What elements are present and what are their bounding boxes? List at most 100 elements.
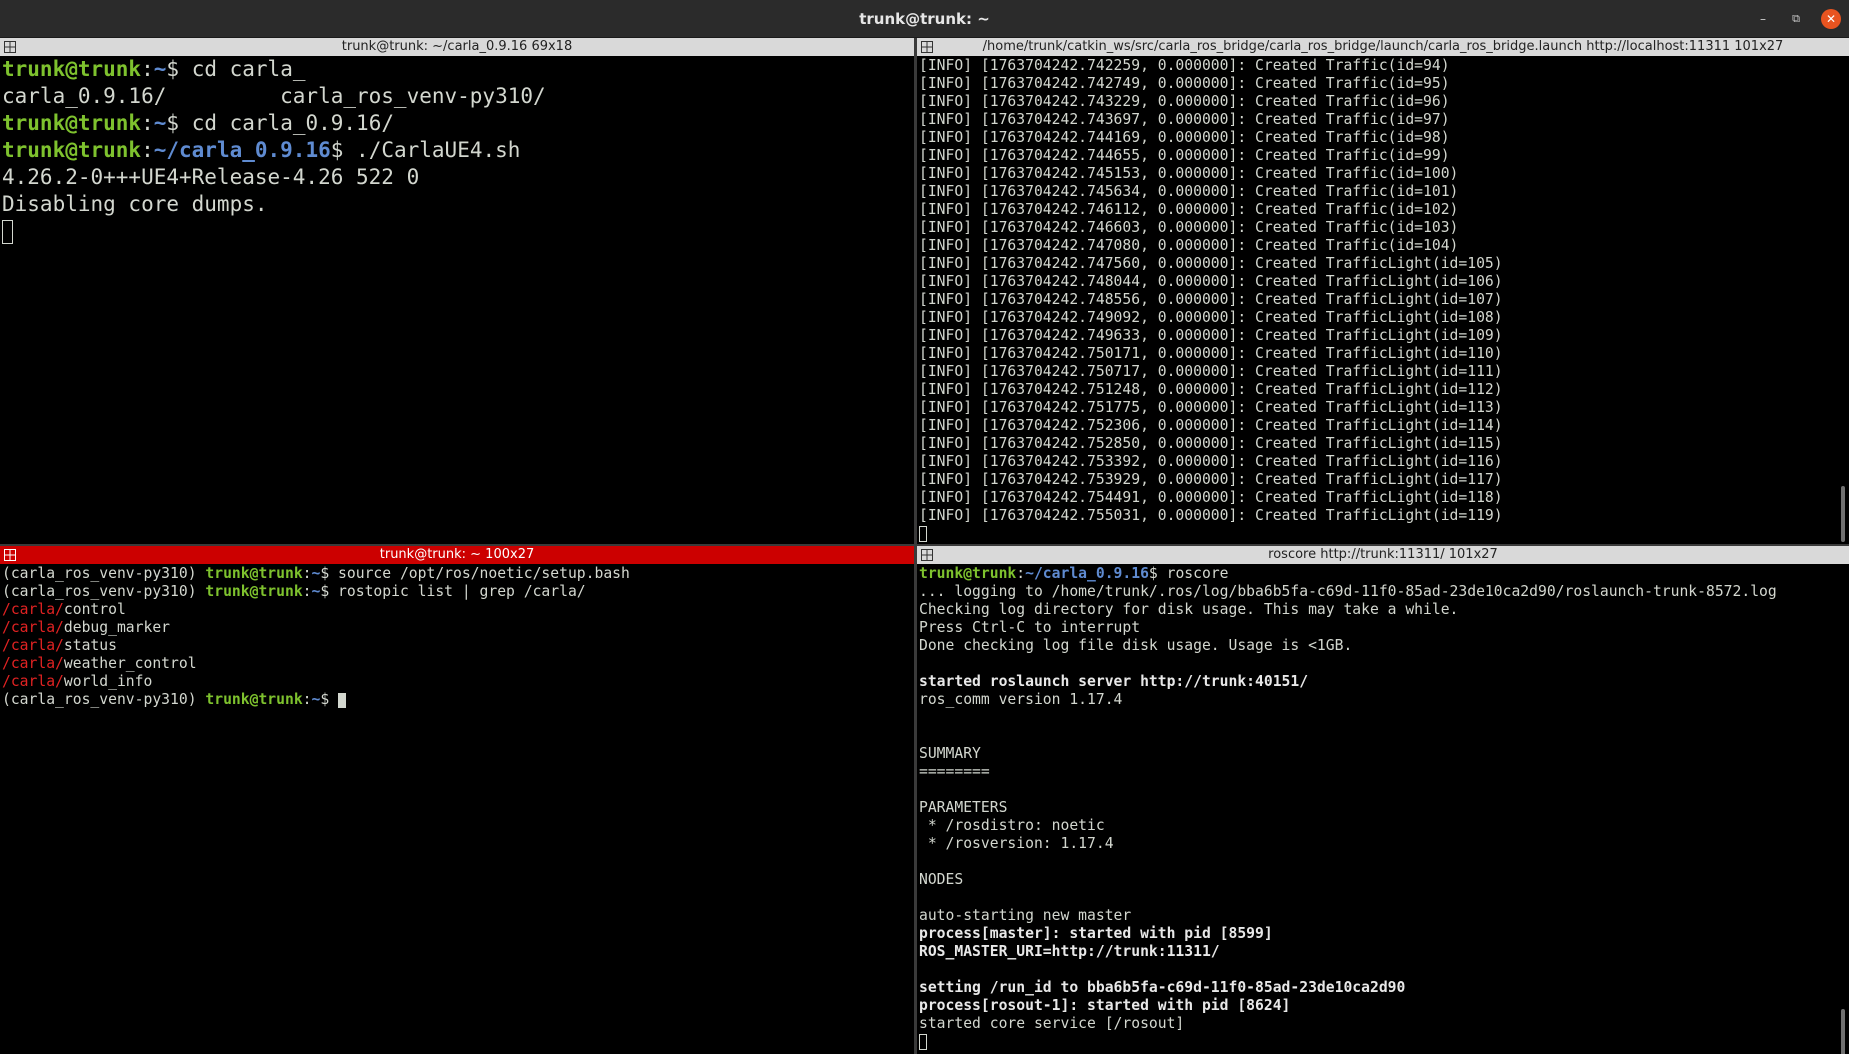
scrollbar[interactable] [902, 56, 914, 544]
terminal-line: auto-starting new master [919, 907, 1132, 924]
terminal-line: NODES [919, 871, 964, 888]
terminal-output[interactable]: [INFO] [1763704242.742259, 0.000000]: Cr… [917, 56, 1835, 544]
log-line: [INFO] [1763704242.751248, 0.000000]: Cr… [919, 381, 1503, 398]
terminal-line: setting /run_id to bba6b5fa-c69d-11f0-85… [919, 979, 1406, 996]
minimize-icon[interactable]: – [1754, 10, 1772, 28]
terminal-line: 4.26.2-0+++UE4+Release-4.26 522 0 [2, 165, 420, 189]
log-line: [INFO] [1763704242.744169, 0.000000]: Cr… [919, 129, 1450, 146]
pane-title: trunk@trunk: ~ 100x27 [379, 547, 535, 562]
log-line: [INFO] [1763704242.743697, 0.000000]: Cr… [919, 111, 1450, 128]
terminal-pane-bottom-right[interactable]: roscore http://trunk:11311/ 101x27 trunk… [917, 546, 1849, 1054]
log-line: [INFO] [1763704242.747080, 0.000000]: Cr… [919, 237, 1459, 254]
terminal-line: Disabling core dumps. [2, 192, 268, 216]
window-title: trunk@trunk: ~ [859, 10, 990, 28]
terminal-pane-bottom-left[interactable]: trunk@trunk: ~ 100x27 (carla_ros_venv-py… [0, 546, 914, 1054]
log-line: [INFO] [1763704242.745634, 0.000000]: Cr… [919, 183, 1459, 200]
terminal-line: Checking log directory for disk usage. T… [919, 601, 1459, 618]
terminal-line: process[rosout-1]: started with pid [862… [919, 997, 1291, 1014]
terminal-split-icon[interactable] [4, 41, 16, 53]
log-line: [INFO] [1763704242.745153, 0.000000]: Cr… [919, 165, 1459, 182]
terminal-output[interactable]: (carla_ros_venv-py310) trunk@trunk:~$ so… [0, 564, 900, 1054]
pane-splitter-horizontal[interactable] [0, 544, 1849, 546]
pane-titlebar[interactable]: /home/trunk/catkin_ws/src/carla_ros_brid… [917, 38, 1849, 56]
terminal-line: ... logging to /home/trunk/.ros/log/bba6… [919, 583, 1777, 600]
scrollbar[interactable] [1837, 564, 1849, 1054]
log-line: [INFO] [1763704242.748044, 0.000000]: Cr… [919, 273, 1503, 290]
log-line: [INFO] [1763704242.742259, 0.000000]: Cr… [919, 57, 1450, 74]
terminal-line: SUMMARY [919, 745, 981, 762]
terminal-cursor [919, 1034, 927, 1050]
terminal-line: trunk@trunk:~/carla_0.9.16$ ./CarlaUE4.s… [2, 138, 521, 162]
topic-line: /carla/control [2, 601, 126, 618]
pane-title: roscore http://trunk:11311/ 101x27 [1268, 547, 1498, 562]
terminal-cursor [919, 526, 927, 542]
pane-title: /home/trunk/catkin_ws/src/carla_ros_brid… [982, 39, 1784, 54]
terminal-line: trunk@trunk:~/carla_0.9.16$ roscore [919, 565, 1229, 582]
topic-line: /carla/weather_control [2, 655, 197, 672]
terminal-output[interactable]: trunk@trunk:~$ cd carla_ carla_0.9.16/ c… [0, 56, 900, 544]
scrollbar-thumb[interactable] [1841, 486, 1845, 542]
scrollbar[interactable] [1837, 56, 1849, 544]
terminal-cursor [2, 220, 13, 244]
terminal-line: ======== [919, 763, 990, 780]
log-line: [INFO] [1763704242.743229, 0.000000]: Cr… [919, 93, 1450, 110]
terminal-line: carla_0.9.16/ carla_ros_venv-py310/ [2, 84, 546, 108]
terminal-line: * /rosdistro: noetic [919, 817, 1105, 834]
pane-title: trunk@trunk: ~/carla_0.9.16 69x18 [341, 39, 573, 54]
topic-line: /carla/world_info [2, 673, 153, 690]
log-line: [INFO] [1763704242.744655, 0.000000]: Cr… [919, 147, 1450, 164]
terminal-split-icon[interactable] [921, 41, 933, 53]
topic-line: /carla/status [2, 637, 117, 654]
log-line: [INFO] [1763704242.750717, 0.000000]: Cr… [919, 363, 1503, 380]
terminal-line: PARAMETERS [919, 799, 1008, 816]
topic-line: /carla/debug_marker [2, 619, 171, 636]
terminal-split-icon[interactable] [4, 549, 16, 561]
log-line: [INFO] [1763704242.749633, 0.000000]: Cr… [919, 327, 1503, 344]
pane-titlebar-active[interactable]: trunk@trunk: ~ 100x27 [0, 546, 914, 564]
terminal-line: trunk@trunk:~$ cd carla_0.9.16/ [2, 111, 394, 135]
log-line: [INFO] [1763704242.742749, 0.000000]: Cr… [919, 75, 1450, 92]
terminal-line: * /rosversion: 1.17.4 [919, 835, 1114, 852]
terminal-pane-top-right[interactable]: /home/trunk/catkin_ws/src/carla_ros_brid… [917, 38, 1849, 544]
terminal-line [919, 525, 1835, 543]
terminal-line [919, 1033, 1835, 1051]
pane-titlebar[interactable]: trunk@trunk: ~/carla_0.9.16 69x18 [0, 38, 914, 56]
terminal-cursor [338, 692, 347, 708]
scrollbar-thumb[interactable] [1841, 1009, 1845, 1054]
scrollbar[interactable] [902, 564, 914, 1054]
log-line: [INFO] [1763704242.746603, 0.000000]: Cr… [919, 219, 1459, 236]
log-line: [INFO] [1763704242.753392, 0.000000]: Cr… [919, 453, 1503, 470]
log-line: [INFO] [1763704242.750171, 0.000000]: Cr… [919, 345, 1503, 362]
terminal-line: Done checking log file disk usage. Usage… [919, 637, 1353, 654]
log-line: [INFO] [1763704242.755031, 0.000000]: Cr… [919, 507, 1503, 524]
log-line: [INFO] [1763704242.746112, 0.000000]: Cr… [919, 201, 1459, 218]
maximize-icon[interactable]: ⧉ [1787, 10, 1805, 28]
terminal-line [2, 218, 900, 245]
log-line: [INFO] [1763704242.751775, 0.000000]: Cr… [919, 399, 1503, 416]
terminal-pane-top-left[interactable]: trunk@trunk: ~/carla_0.9.16 69x18 trunk@… [0, 38, 914, 544]
terminal-line: process[master]: started with pid [8599] [919, 925, 1273, 942]
log-line: [INFO] [1763704242.752850, 0.000000]: Cr… [919, 435, 1503, 452]
terminal-line: Press Ctrl-C to interrupt [919, 619, 1141, 636]
log-line: [INFO] [1763704242.754491, 0.000000]: Cr… [919, 489, 1503, 506]
terminal-line: (carla_ros_venv-py310) trunk@trunk:~$ [2, 691, 900, 709]
terminal-line: (carla_ros_venv-py310) trunk@trunk:~$ ro… [2, 583, 586, 600]
pane-splitter-vertical[interactable] [914, 38, 917, 1054]
terminal-line: started roslaunch server http://trunk:40… [919, 673, 1309, 690]
terminal-line: started core service [/rosout] [919, 1015, 1185, 1032]
terminal-split-icon[interactable] [921, 549, 933, 561]
terminal-line: ros_comm version 1.17.4 [919, 691, 1123, 708]
pane-titlebar[interactable]: roscore http://trunk:11311/ 101x27 [917, 546, 1849, 564]
terminal-output[interactable]: trunk@trunk:~/carla_0.9.16$ roscore ... … [917, 564, 1835, 1054]
terminal-line: ROS_MASTER_URI=http://trunk:11311/ [919, 943, 1220, 960]
close-icon[interactable]: ✕ [1821, 9, 1841, 29]
log-line: [INFO] [1763704242.749092, 0.000000]: Cr… [919, 309, 1503, 326]
terminal-line: trunk@trunk:~$ cd carla_ [2, 57, 306, 81]
